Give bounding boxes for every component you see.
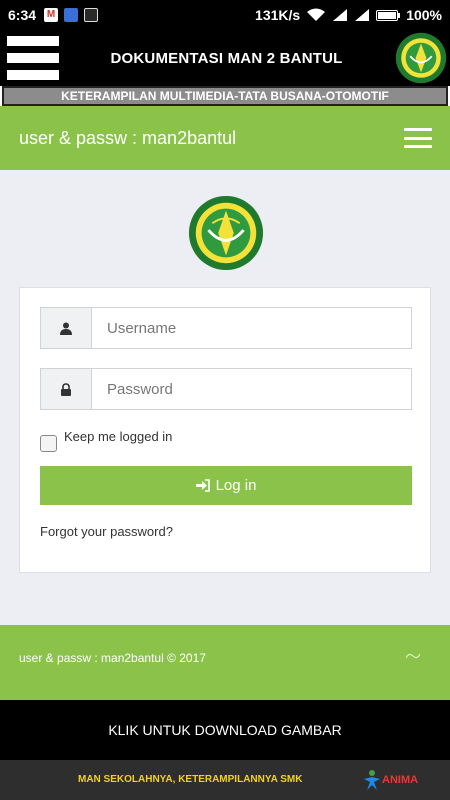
password-input[interactable]	[92, 369, 411, 409]
sign-in-icon	[195, 479, 210, 492]
school-logo-icon	[395, 32, 447, 84]
username-field	[40, 307, 412, 349]
password-field	[40, 368, 412, 410]
battery-icon	[376, 9, 401, 21]
anima-figure-icon	[364, 770, 380, 790]
app-header: DOKUMENTASI MAN 2 BANTUL	[0, 30, 450, 86]
app-menu-icon[interactable]	[7, 36, 59, 80]
nav-menu-icon[interactable]	[404, 128, 432, 148]
username-input[interactable]	[92, 308, 411, 348]
remember-label[interactable]: Keep me logged in	[64, 429, 172, 444]
footer: user & passw : man2bantul © 2017	[0, 625, 450, 700]
login-button[interactable]: Log in	[40, 466, 412, 505]
anima-logo-text: ANIMA	[382, 774, 419, 786]
lock-icon	[41, 369, 92, 409]
remember-checkbox[interactable]	[40, 435, 57, 452]
signal-icon	[355, 9, 370, 21]
app-notification-icon	[64, 8, 79, 22]
login-button-label: Log in	[215, 477, 257, 494]
app-notification-icon	[84, 8, 99, 22]
page-header: user & passw : man2bantul	[0, 106, 450, 170]
status-time: 6:34	[8, 7, 37, 23]
user-icon	[41, 308, 92, 348]
download-images-button[interactable]: KLIK UNTUK DOWNLOAD GAMBAR	[0, 700, 450, 760]
school-logo-icon	[188, 195, 264, 271]
site-brand[interactable]: user & passw : man2bantul	[19, 128, 236, 149]
bottom-banner: MAN SEKOLAHNYA, KETERAMPILANNYA SMK ANIM…	[0, 760, 450, 800]
login-card: Keep me logged in Log in Forgot your pas…	[19, 287, 431, 573]
wifi-icon	[307, 8, 326, 21]
gmail-icon: M	[44, 8, 59, 22]
remember-me: Keep me logged in	[40, 429, 172, 452]
footer-copyright: user & passw : man2bantul © 2017	[19, 651, 206, 665]
battery-level: 100%	[406, 7, 442, 23]
forgot-password-link[interactable]: Forgot your password?	[40, 524, 173, 539]
login-content: Keep me logged in Log in Forgot your pas…	[0, 170, 450, 625]
slogan-text: MAN SEKOLAHNYA, KETERAMPILANNYA SMK	[78, 774, 303, 785]
status-bar: 6:34 M 131K/s 100%	[0, 0, 450, 30]
signal-icon	[333, 9, 348, 21]
marquee-ticker: KETERAMPILAN MULTIMEDIA-TATA BUSANA-OTOM…	[2, 86, 448, 106]
net-speed: 131K/s	[255, 7, 301, 23]
app-title: DOKUMENTASI MAN 2 BANTUL	[110, 49, 343, 67]
footer-logo-icon	[406, 653, 420, 659]
anima-logo: ANIMA	[362, 766, 430, 794]
